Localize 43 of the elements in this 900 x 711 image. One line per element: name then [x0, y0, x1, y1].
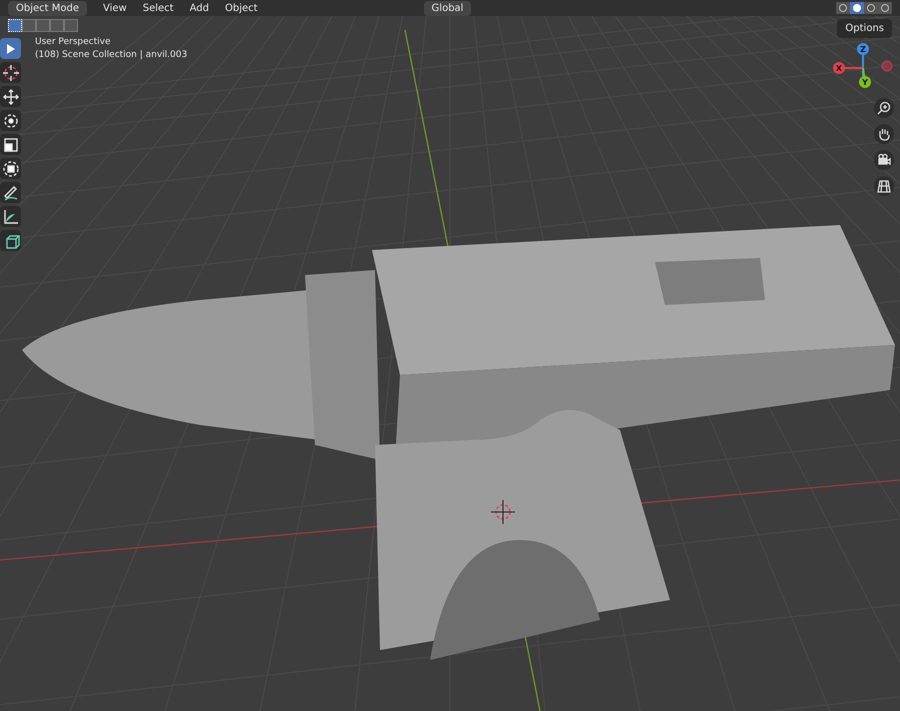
hand-icon: [877, 127, 891, 141]
camera-icon: [877, 153, 891, 167]
scale-icon: [2, 136, 20, 154]
crosshair-icon: [2, 64, 20, 82]
tool-button[interactable]: [0, 230, 21, 251]
object-info: (108) Scene Collection | anvil.003: [35, 49, 188, 62]
transform-icon: [2, 160, 20, 178]
navigation-button[interactable]: [874, 150, 894, 170]
tool-button[interactable]: [0, 86, 21, 107]
negative-x-handle[interactable]: [882, 60, 892, 72]
navigation-button[interactable]: [874, 98, 894, 118]
menu-item[interactable]: Add: [190, 0, 209, 16]
navigation-button[interactable]: [874, 124, 894, 144]
grid-icon: [877, 179, 891, 193]
shading-button[interactable]: [850, 2, 864, 14]
shading-button[interactable]: [864, 2, 878, 14]
pencil-icon: [2, 184, 20, 202]
move-icon: [2, 88, 20, 106]
ruler-icon: [2, 208, 20, 226]
shading-button[interactable]: [878, 2, 892, 14]
navigation-button[interactable]: [874, 176, 894, 196]
shading-button[interactable]: [836, 2, 850, 14]
rotate-icon: [2, 112, 20, 130]
menu-item[interactable]: View: [103, 0, 127, 16]
tool-button[interactable]: [0, 158, 21, 179]
view-name: User Perspective: [35, 36, 112, 49]
3d-cursor-icon: [490, 500, 516, 524]
cursor-icon: [6, 44, 14, 54]
zoom-icon: [877, 101, 891, 115]
tool-button[interactable]: [0, 110, 21, 131]
menu-item[interactable]: Select: [142, 0, 174, 16]
menu-item[interactable]: Object: [224, 0, 258, 16]
tool-button[interactable]: [0, 134, 21, 155]
tool-button[interactable]: [0, 206, 21, 227]
mode-dropdown[interactable]: Object Mode: [8, 0, 87, 16]
options-dropdown[interactable]: Options: [837, 19, 892, 38]
tool-button[interactable]: [0, 38, 21, 59]
y-axis-handle[interactable]: Y: [859, 76, 871, 88]
z-axis-handle[interactable]: Z: [857, 43, 869, 55]
tool-button[interactable]: [0, 182, 21, 203]
x-axis-handle[interactable]: X: [833, 62, 845, 74]
orientation-dropdown[interactable]: Global: [424, 0, 472, 16]
tool-button[interactable]: [0, 62, 21, 83]
